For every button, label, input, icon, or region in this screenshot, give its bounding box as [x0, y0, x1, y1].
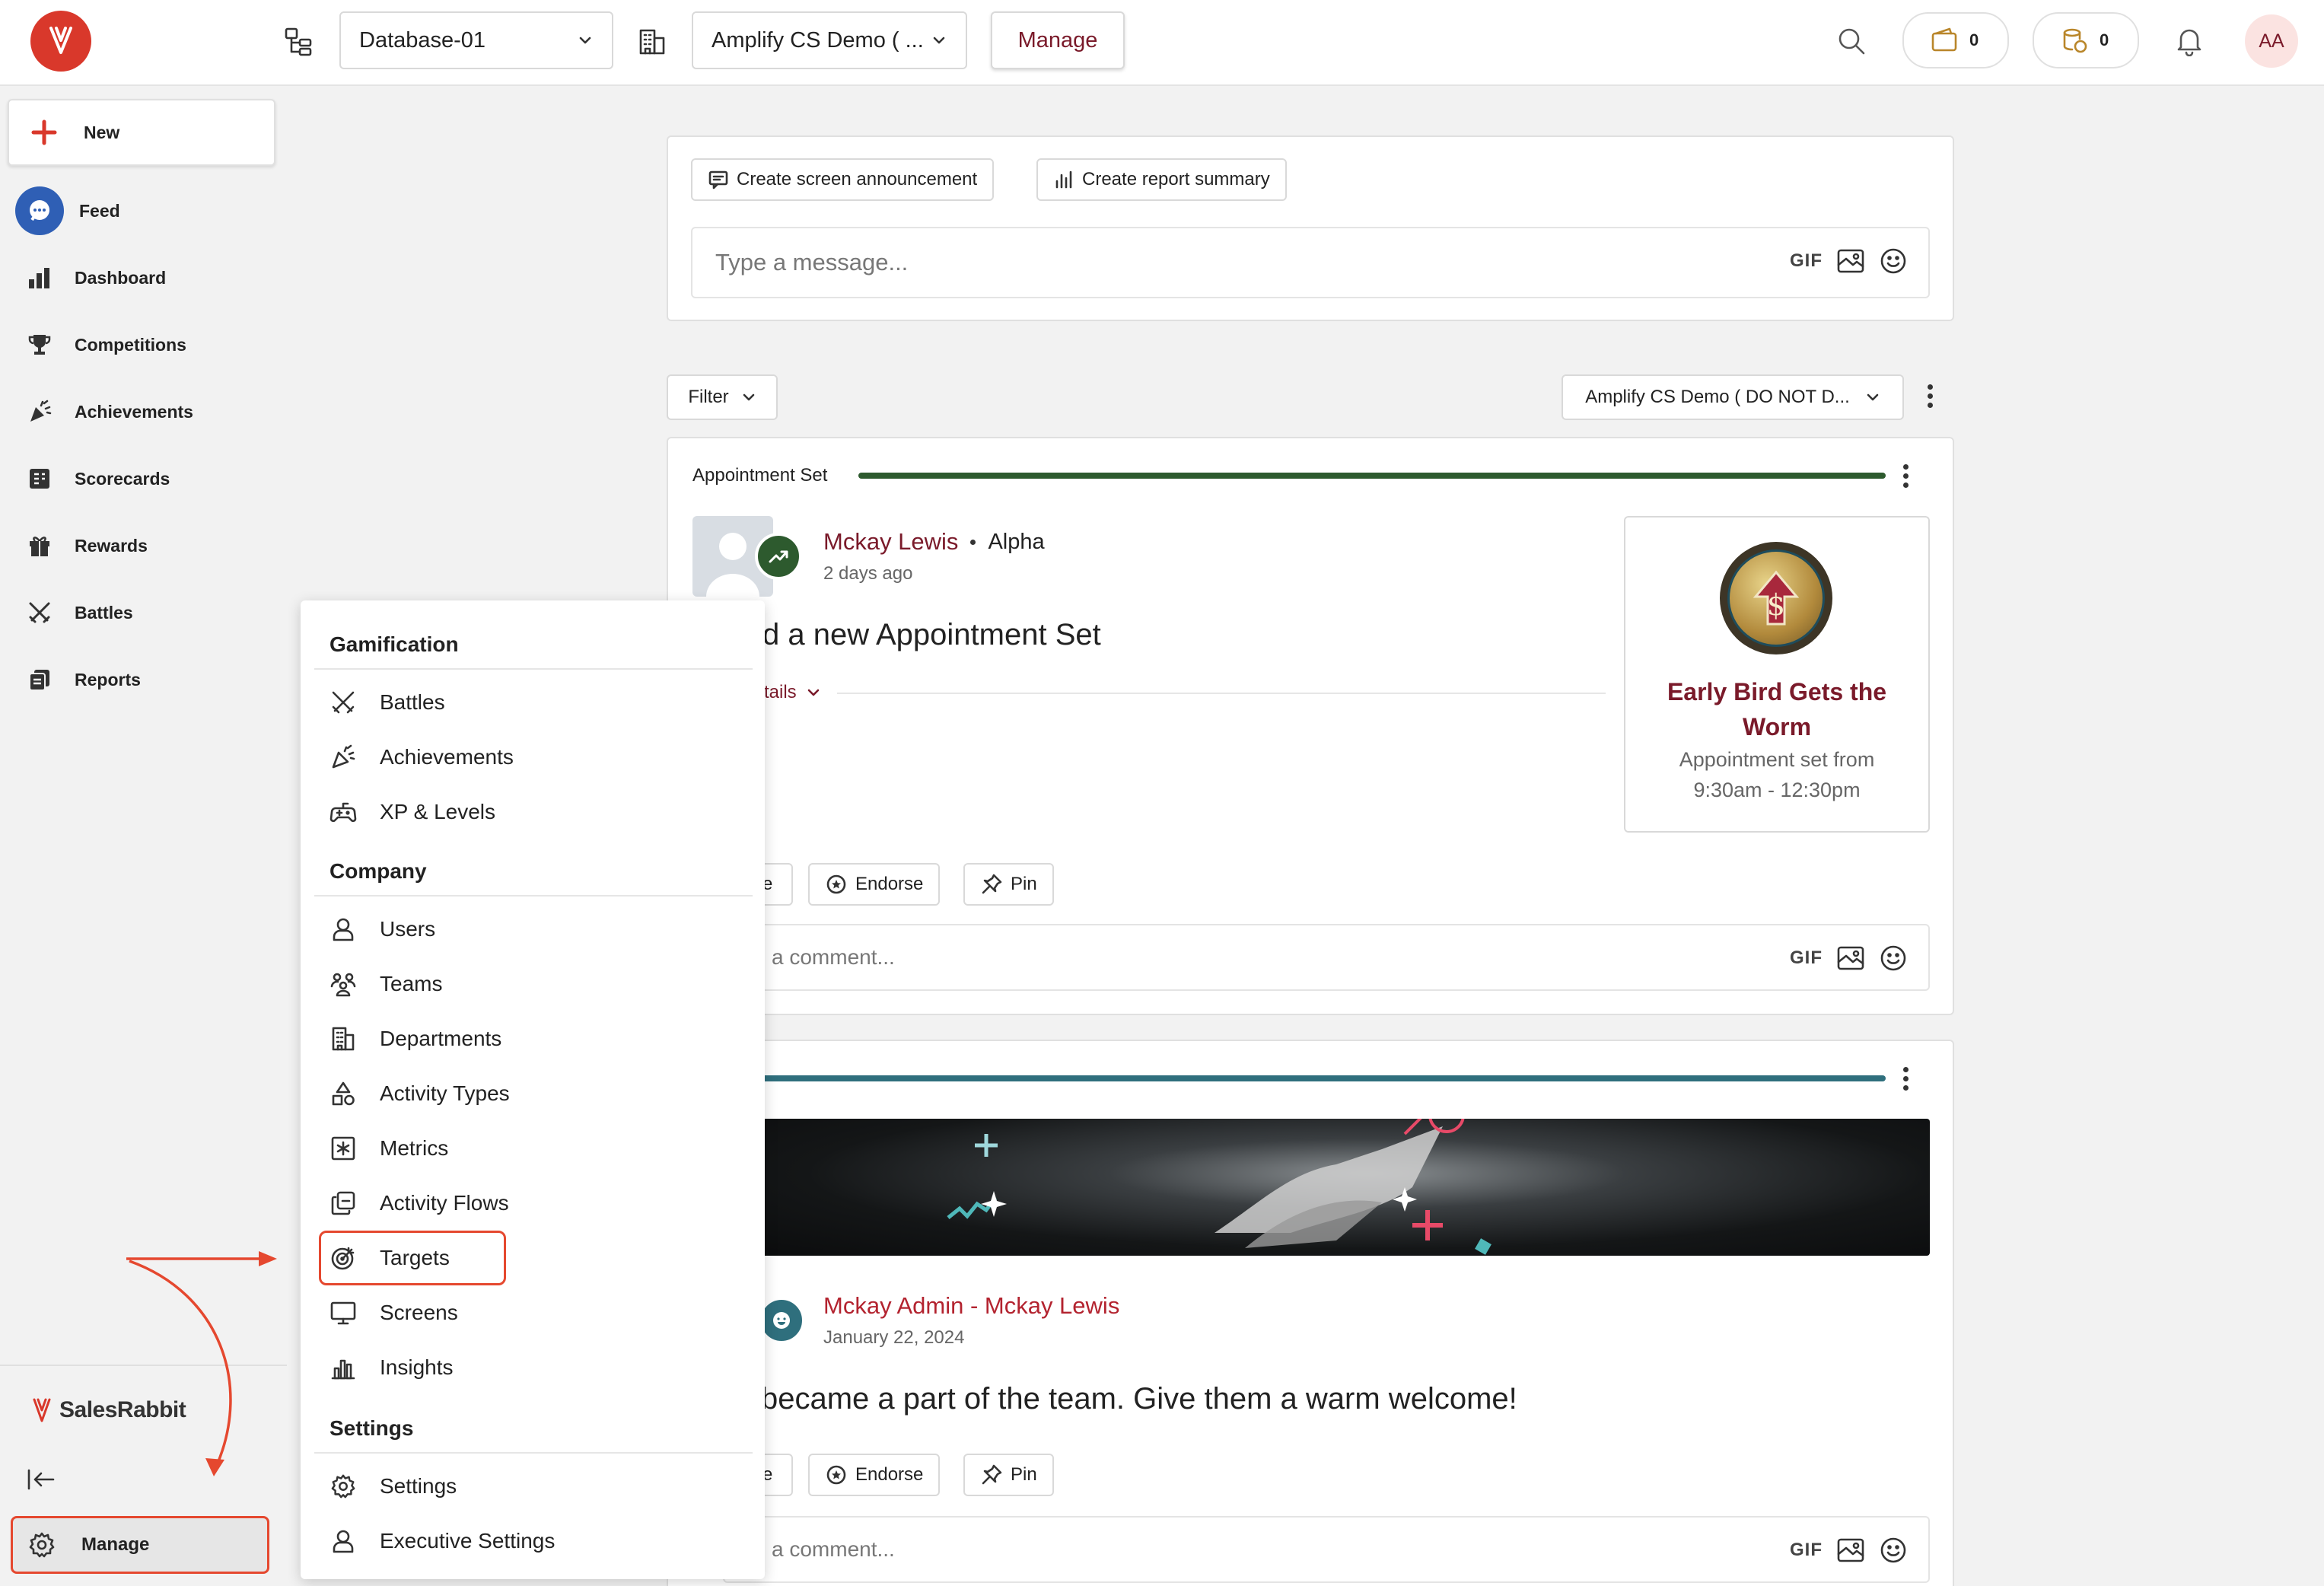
annotation-arrows — [126, 1251, 277, 1476]
